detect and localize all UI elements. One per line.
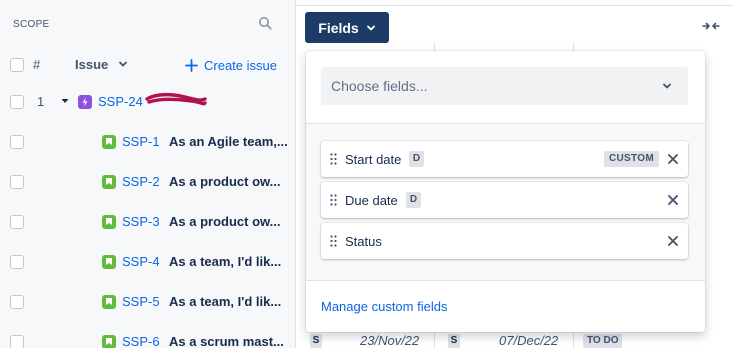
select-all-checkbox[interactable]: [10, 58, 24, 72]
issue-summary: As a team, I'd lik...: [169, 294, 282, 309]
epic-icon: [78, 95, 92, 109]
field-item-due-date[interactable]: Due date D: [321, 182, 688, 218]
start-date-cell[interactable]: 23/Nov/22: [360, 333, 419, 348]
table-row[interactable]: SSP-3 As a product ow...: [0, 202, 296, 242]
chevron-down-icon[interactable]: [117, 58, 129, 70]
create-issue-label: Create issue: [204, 57, 277, 73]
search-icon[interactable]: [258, 16, 272, 30]
issue-summary: As an Agile team,...: [169, 134, 288, 149]
scope-panel: SCOPE # Issue Create issue 1 SSP-24 SSP-…: [0, 0, 296, 348]
close-icon[interactable]: [667, 194, 679, 206]
divider: [306, 280, 705, 281]
row-number: 1: [37, 94, 45, 109]
field-name: Due date: [345, 193, 398, 208]
scope-label: SCOPE: [13, 19, 50, 30]
row-checkbox[interactable]: [10, 255, 24, 269]
story-icon: [102, 135, 116, 149]
table-row[interactable]: SSP-6 As a scrum mast...: [0, 322, 296, 348]
table-row-epic[interactable]: 1 SSP-24: [0, 82, 296, 122]
story-icon: [102, 215, 116, 229]
plan-view: SCOPE # Issue Create issue 1 SSP-24 SSP-…: [0, 0, 733, 348]
manage-custom-fields-link[interactable]: Manage custom fields: [321, 299, 447, 314]
due-date-cell[interactable]: 07/Dec/22: [499, 333, 558, 348]
choose-fields-placeholder: Choose fields...: [331, 78, 428, 94]
issue-key-link[interactable]: SSP-4: [122, 254, 160, 269]
drag-handle-icon[interactable]: [330, 153, 337, 165]
start-date-badge: S: [310, 334, 322, 348]
field-name: Status: [345, 234, 382, 249]
choose-fields-select[interactable]: Choose fields...: [321, 67, 688, 105]
fields-button[interactable]: Fields: [305, 12, 389, 43]
chevron-down-icon: [663, 83, 671, 89]
create-issue-button[interactable]: Create issue: [185, 55, 277, 75]
status-badge[interactable]: TO DO: [583, 334, 623, 348]
chevron-down-icon[interactable]: [59, 95, 71, 107]
story-icon: [102, 255, 116, 269]
field-item-status[interactable]: Status: [321, 223, 688, 259]
issue-key-link[interactable]: SSP-6: [122, 334, 160, 348]
plus-icon: [185, 58, 198, 72]
issue-key-link[interactable]: SSP-24: [98, 94, 143, 109]
field-type-badge: D: [406, 192, 421, 208]
close-icon[interactable]: [667, 235, 679, 247]
issue-summary: As a product ow...: [169, 174, 281, 189]
issue-key-link[interactable]: SSP-5: [122, 294, 160, 309]
field-name: Start date: [345, 152, 402, 167]
issue-summary: As a product ow...: [169, 214, 281, 229]
table-row[interactable]: SSP-4 As a team, I'd lik...: [0, 242, 296, 282]
row-checkbox[interactable]: [10, 335, 24, 348]
issue-summary: As a scrum mast...: [169, 334, 284, 348]
fields-button-label: Fields: [318, 19, 359, 36]
drag-handle-icon[interactable]: [330, 235, 337, 247]
close-icon[interactable]: [667, 153, 679, 165]
custom-badge: CUSTOM: [604, 151, 659, 167]
issue-key-link[interactable]: SSP-3: [122, 214, 160, 229]
story-icon: [102, 175, 116, 189]
issue-summary: As a team, I'd lik...: [169, 254, 282, 269]
fields-dropdown-panel: Choose fields... Start date D CUSTOM Due…: [306, 51, 705, 332]
row-checkbox[interactable]: [10, 135, 24, 149]
issue-key-link[interactable]: SSP-2: [122, 174, 160, 189]
row-checkbox[interactable]: [10, 175, 24, 189]
due-date-badge: S: [448, 334, 460, 348]
row-checkbox[interactable]: [10, 295, 24, 309]
issue-key-link[interactable]: SSP-1: [122, 134, 160, 149]
field-type-badge: D: [409, 151, 424, 167]
table-row[interactable]: SSP-5 As a team, I'd lik...: [0, 282, 296, 322]
row-checkbox[interactable]: [10, 95, 24, 109]
table-row[interactable]: SSP-2 As a product ow...: [0, 162, 296, 202]
redaction-scribble: [145, 92, 207, 106]
drag-handle-icon[interactable]: [330, 194, 337, 206]
story-icon: [102, 295, 116, 309]
column-header-number: #: [33, 57, 41, 72]
story-icon: [102, 335, 116, 348]
chevron-down-icon: [366, 25, 375, 30]
field-item-start-date[interactable]: Start date D CUSTOM: [321, 141, 688, 177]
table-row[interactable]: SSP-1 As an Agile team,...: [0, 122, 296, 162]
collapse-icon[interactable]: [702, 19, 720, 33]
row-checkbox[interactable]: [10, 215, 24, 229]
column-header-issue[interactable]: Issue: [75, 57, 108, 72]
